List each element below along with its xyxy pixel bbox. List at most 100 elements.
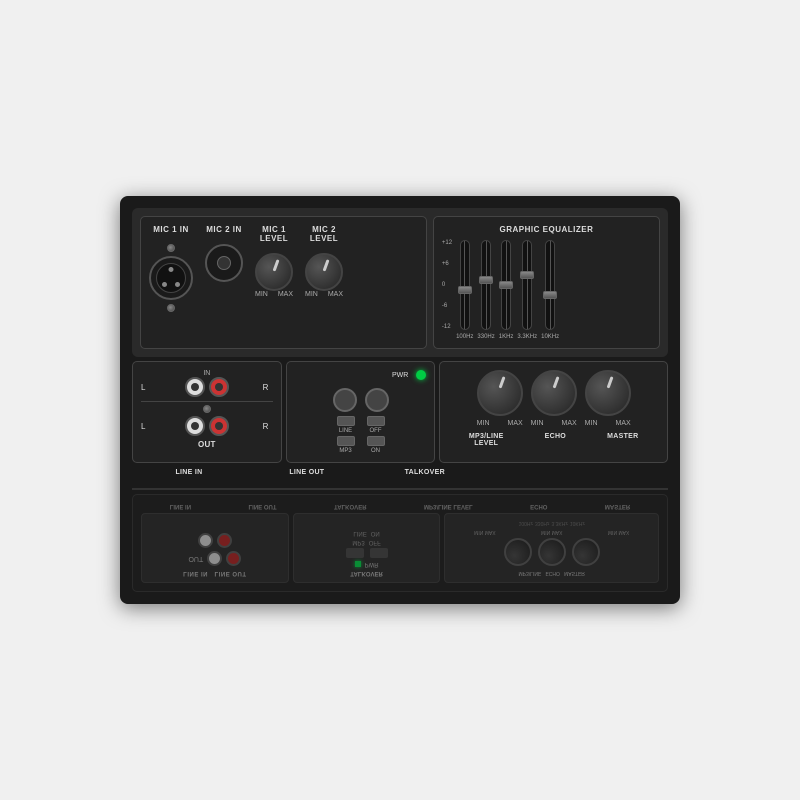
eq-scale-plus12: +12 (442, 240, 452, 246)
mic2-level-knob-container: MIN MAX (305, 253, 343, 298)
xlr-pin-1 (169, 267, 174, 272)
echo-min: MIN (531, 420, 544, 427)
mic2-level-col: MIC 2LEVEL MIN MAX (305, 225, 343, 298)
eq-slider-330hz: 330Hz (477, 240, 494, 340)
mic2-min: MIN (305, 291, 318, 298)
refl-pwr-label: PWR (365, 561, 379, 567)
slider-track-330hz[interactable] (481, 240, 491, 330)
off-label: OFF (370, 428, 382, 434)
xlr-inner (156, 263, 186, 293)
mic1-level-col: MIC 1LEVEL MIN MAX (255, 225, 293, 298)
refl-min3: MIN MAX (608, 529, 629, 535)
eq-scale-minus12: -12 (442, 324, 452, 330)
in-label: IN (141, 370, 273, 377)
rca-center (191, 383, 199, 391)
eq-section: GRAPHIC EQUALIZER +12 +6 0 -6 -12 (433, 216, 660, 349)
eq-slider-100hz: 100Hz (456, 240, 473, 340)
echo-col: MIN MAX (531, 370, 577, 427)
line-in-row: L R (141, 377, 273, 397)
refl-sw1 (346, 548, 364, 558)
pwr-row: PWR (295, 370, 427, 380)
eq-slider-33khz: 3.3KHz (517, 240, 537, 340)
line-io-panel: IN L R L R OUT (132, 361, 282, 463)
refl-led (355, 561, 361, 567)
off-on-switch: OFF ON (367, 416, 385, 454)
refl-freq4: 10KHz (570, 520, 585, 526)
rca-center-2 (215, 383, 223, 391)
mic1-level-knob[interactable] (255, 253, 293, 291)
refl-min1: MIN MAX (474, 529, 495, 535)
mic1-in-label: MIC 1 IN (153, 225, 189, 234)
mp3-level-knob[interactable] (477, 370, 523, 416)
eq-freq-33khz: 3.3KHz (517, 334, 537, 340)
mic1-min: MIN (255, 291, 268, 298)
echo-knob[interactable] (531, 370, 577, 416)
mp3-line-level-label: MP3/LINELEVEL (469, 431, 504, 449)
screw-center (203, 405, 211, 413)
xlr-connector[interactable] (149, 256, 193, 300)
line-in-bottom-label: LINE IN (132, 467, 246, 478)
refl-freq3: 3.3KHz (551, 520, 567, 526)
refl-line-label: LINE (353, 530, 366, 536)
refl-level-label: MP3/LINE ECHO MASTER (451, 570, 652, 576)
on-switch-btn[interactable] (367, 436, 385, 446)
mp3-min: MIN (477, 420, 490, 427)
mic2-min-max: MIN MAX (305, 291, 343, 298)
slider-thumb-100hz[interactable] (458, 286, 472, 294)
echo-max: MAX (562, 420, 577, 427)
line-out-l-label: L (141, 422, 151, 431)
mic-section: MIC 1 IN MIC 2 IN (140, 216, 427, 349)
rca-out-red[interactable] (209, 416, 229, 436)
pwr-label: PWR (392, 372, 408, 379)
refl-knob-2 (538, 538, 566, 566)
slider-thumb-33khz[interactable] (520, 271, 534, 279)
middle-panel: IN L R L R OUT (132, 361, 668, 463)
slider-thumb-330hz[interactable] (479, 276, 493, 284)
refl-min2: MIN MAX (541, 529, 562, 535)
right-bottom-labels (486, 467, 668, 478)
slider-thumb-1khz[interactable] (499, 281, 513, 289)
line-label: LINE (339, 428, 352, 434)
rca-out-white[interactable] (185, 416, 205, 436)
switch-row: LINE MP3 OFF ON (295, 416, 427, 454)
mic1-input-group: MIC 1 IN (149, 225, 193, 312)
refl-bottom-mp3line: MP3/LINE LEVEL (424, 503, 473, 509)
eq-freq-330hz: 330Hz (477, 334, 494, 340)
line-in-l-label: L (141, 383, 151, 392)
refl-out-label: OUT (188, 555, 203, 562)
trs-connector[interactable] (205, 244, 243, 282)
master-min-max: MIN MAX (585, 420, 631, 427)
eq-freq-1khz: 1KHz (499, 334, 514, 340)
mp3-switch-btn[interactable] (337, 436, 355, 446)
eq-freq-10khz: 10KHz (541, 334, 559, 340)
refl-rca-r2 (217, 533, 232, 548)
eq-slider-10khz: 10KHz (541, 240, 559, 340)
mp3-max: MAX (508, 420, 523, 427)
rca-in-red[interactable] (209, 377, 229, 397)
talkover-btn-2[interactable] (365, 388, 389, 412)
mp3-label: MP3 (339, 448, 351, 454)
line-in-r-label: R (263, 383, 273, 392)
talkover-btn-1[interactable] (333, 388, 357, 412)
eq-freq-100hz: 100Hz (456, 334, 473, 340)
refl-freq2: 330Hz (535, 520, 549, 526)
echo-label: ECHO (545, 431, 566, 449)
refl-line-in: LINE IN (183, 570, 208, 576)
rca-in-white[interactable] (185, 377, 205, 397)
out-group-label: OUT (141, 440, 273, 449)
refl-talkover-label: TALKOVER (350, 570, 383, 576)
master-knob[interactable] (585, 370, 631, 416)
slider-track-1khz[interactable] (501, 240, 511, 330)
eq-scale-plus6: +6 (442, 261, 452, 267)
slider-thumb-10khz[interactable] (543, 291, 557, 299)
line-switch-btn[interactable] (337, 416, 355, 426)
mic2-level-knob[interactable] (305, 253, 343, 291)
slider-track-33khz[interactable] (522, 240, 532, 330)
slider-track-100hz[interactable] (460, 240, 470, 330)
on-label: ON (371, 448, 380, 454)
knobs-row: MIN MAX MIN MAX MIN (448, 370, 659, 427)
echo-min-max: MIN MAX (531, 420, 577, 427)
mic2-input-group: MIC 2 IN (205, 225, 243, 282)
slider-track-10khz[interactable] (545, 240, 555, 330)
off-switch-btn[interactable] (367, 416, 385, 426)
